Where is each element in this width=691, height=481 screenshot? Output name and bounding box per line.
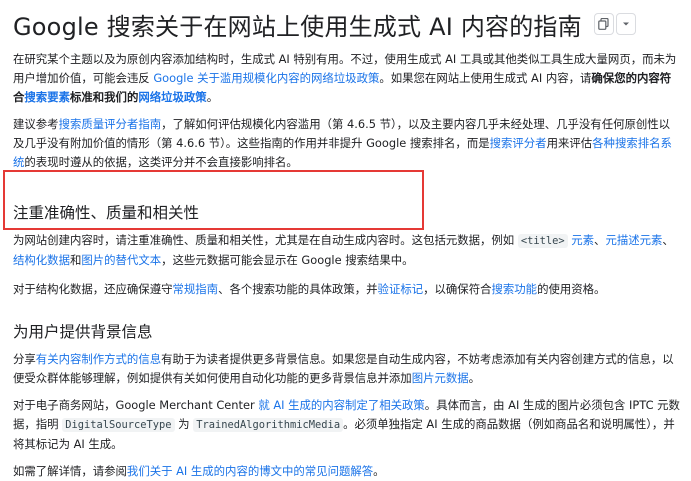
article: Google 搜索关于在网站上使用生成式 AI 内容的指南 在研究某个主题以及为… xyxy=(13,0,681,481)
text: 。 xyxy=(206,90,219,104)
text: 对于结构化数据，还应确保遵守 xyxy=(13,282,173,296)
text: 分享 xyxy=(13,352,36,366)
section-heading-context: 为用户提供背景信息 xyxy=(13,323,153,341)
link-text: 搜索要素 xyxy=(24,90,70,104)
page-title: Google 搜索关于在网站上使用生成式 AI 内容的指南 xyxy=(13,12,582,41)
title-actions xyxy=(593,13,636,35)
faq-blog-link[interactable]: 我们关于 AI 生成的内容的博文中的常见问题解答 xyxy=(127,464,373,478)
more-info-paragraph: 如需了解详情，请参阅我们关于 AI 生成的内容的博文中的常见问题解答。 xyxy=(13,462,681,481)
ecommerce-paragraph: 对于电子商务网站，Google Merchant Center 就 AI 生成的… xyxy=(13,396,681,454)
search-features-link[interactable]: 搜索功能 xyxy=(491,282,537,296)
search-essentials-link[interactable]: 搜索要素 xyxy=(24,90,70,104)
spam-policies-link[interactable]: 网络垃圾政策 xyxy=(138,90,206,104)
structured-data-paragraph: 对于结构化数据，还应确保遵守常规指南、各个搜索功能的具体政策，并验证标记，以确保… xyxy=(13,280,681,299)
accuracy-paragraph: 为网站创建内容时，请注重准确性、质量和相关性，尤其是在自动生成内容时。这包括元数… xyxy=(13,231,681,270)
text: 建议参考 xyxy=(13,117,59,131)
title-element-link[interactable]: 元素 xyxy=(571,233,594,247)
scaled-content-abuse-link[interactable]: Google 关于滥用规模化内容的网络垃圾政策 xyxy=(153,71,379,85)
text: 、各个搜索功能的具体政策，并 xyxy=(218,282,378,296)
general-guidelines-link[interactable]: 常规指南 xyxy=(172,282,218,296)
text: 。如果您在网站上使用生成式 AI 内容，请 xyxy=(379,71,592,85)
bold-text: 标准和我们的 xyxy=(69,90,139,104)
context-paragraph: 分享有关内容制作方式的信息有助于为读者提供更多背景信息。如果您是自动生成内容，不… xyxy=(13,350,681,388)
link-text: 网络垃圾政策 xyxy=(138,90,207,104)
rater-guidelines-paragraph: 建议参考搜索质量评分者指南，了解如何评估规模化内容滥用（第 4.6.5 节），以… xyxy=(13,115,681,172)
chevron-down-icon xyxy=(622,21,630,27)
image-alt-text-link[interactable]: 图片的替代文本 xyxy=(81,253,161,267)
title-row: Google 搜索关于在网站上使用生成式 AI 内容的指南 xyxy=(13,4,681,44)
rater-guidelines-link[interactable]: 搜索质量评分者指南 xyxy=(59,117,162,131)
image-metadata-link[interactable]: 图片元数据 xyxy=(412,371,469,385)
text: ，这些元数据可能会显示在 Google 搜索结果中。 xyxy=(161,253,414,267)
validate-markup-link[interactable]: 验证标记 xyxy=(378,282,424,296)
copy-icon xyxy=(598,18,609,30)
code-title: <title> xyxy=(517,234,568,248)
merchant-center-policy-link[interactable]: 就 AI 生成的内容制定了相关政策 xyxy=(258,398,424,412)
meta-description-link[interactable]: 元描述元素 xyxy=(605,233,662,247)
text: 为网站创建内容时，请注重准确性、质量和相关性，尤其是在自动生成内容时。这包括元数… xyxy=(13,233,518,247)
code-digital-source-type: DigitalSourceType xyxy=(62,418,175,432)
text: 如需了解详情，请参阅 xyxy=(13,464,127,478)
more-menu-button[interactable] xyxy=(615,13,636,35)
code-trained-algorithmic-media: TrainedAlgorithmicMedia xyxy=(193,418,344,432)
structured-data-link[interactable]: 结构化数据 xyxy=(13,253,70,267)
text: ，以确保符合 xyxy=(423,282,492,296)
text: 和 xyxy=(69,253,82,267)
section-heading-accuracy: 注重准确性、质量和相关性 xyxy=(13,204,200,222)
text: 。 xyxy=(373,464,385,478)
text: 用来评估 xyxy=(546,136,593,150)
text: 、 xyxy=(662,233,674,247)
text: 、 xyxy=(594,233,606,247)
content-creation-info-link[interactable]: 有关内容制作方式的信息 xyxy=(36,352,161,366)
text: 的使用资格。 xyxy=(537,282,606,296)
text: 。 xyxy=(468,371,481,385)
search-raters-link[interactable]: 搜索评分者 xyxy=(490,136,547,150)
copy-button[interactable] xyxy=(593,13,614,35)
text: 为 xyxy=(174,417,194,431)
intro-paragraph: 在研究某个主题以及为原创内容添加结构时，生成式 AI 特别有用。不过，使用生成式… xyxy=(13,50,681,107)
text: 的表现时遵从的依据，这类评分并不会直接影响排名。 xyxy=(24,155,298,169)
text: 对于电子商务网站，Google Merchant Center xyxy=(13,398,259,412)
